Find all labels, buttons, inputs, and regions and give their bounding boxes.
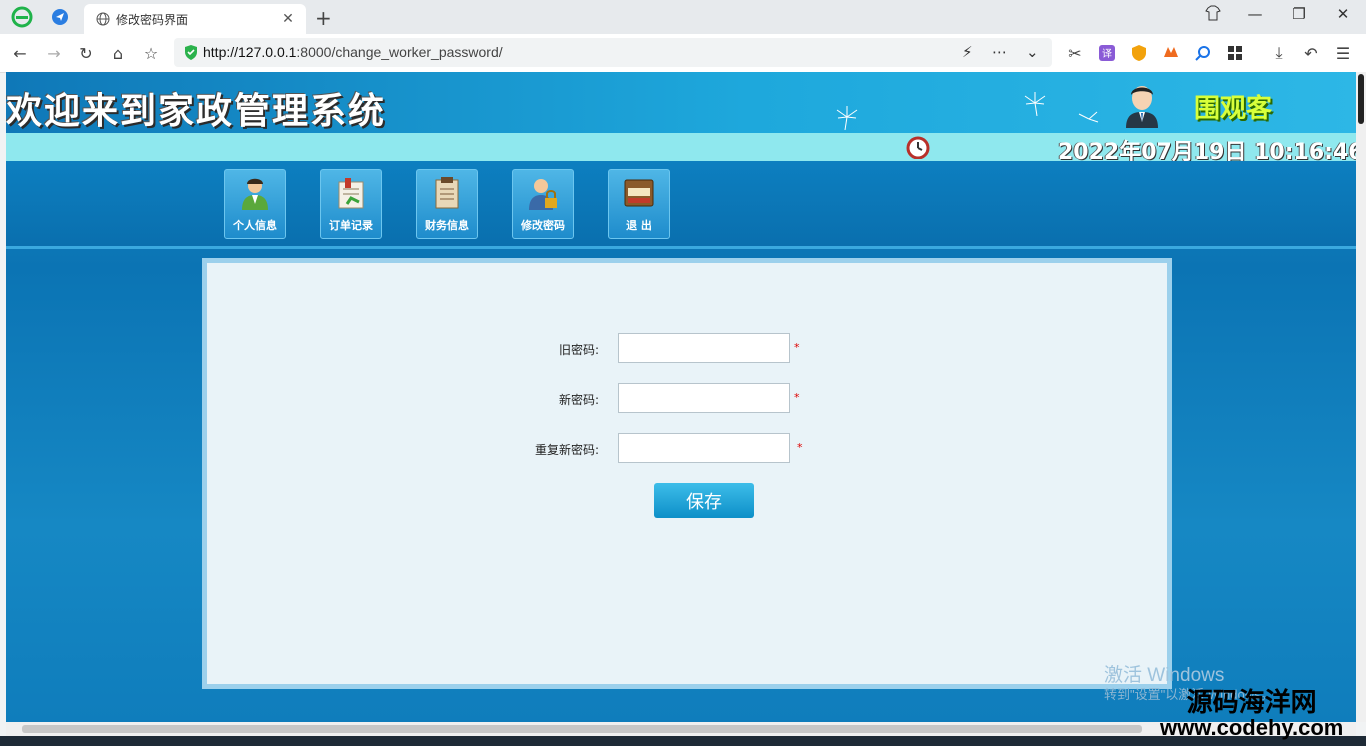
lock-user-icon <box>529 179 557 210</box>
tab-close-icon[interactable]: ✕ <box>278 11 298 27</box>
menu-personal-info-button[interactable]: 个人信息 <box>224 169 286 239</box>
avatar[interactable] <box>1122 82 1162 128</box>
new-tab-icon[interactable]: + <box>315 6 332 30</box>
reload-icon[interactable]: ↻ <box>74 41 98 65</box>
change-password-form: 旧密码: * 新密码: * 重复新密码: * 保存 <box>202 258 1172 689</box>
site-watermark: 源码海洋网 www.codehy.com <box>1160 690 1343 740</box>
scrollbar-thumb[interactable] <box>1358 74 1364 124</box>
browser-nav-bar: ← → ↻ ⌂ ☆ http://127.0.0.1:8000/change_w… <box>0 34 1366 73</box>
more-options-icon[interactable]: ⋯ <box>992 43 1007 61</box>
close-window-icon[interactable]: ✕ <box>1328 5 1358 23</box>
new-password-label: 新密码: <box>558 393 599 407</box>
globe-icon <box>96 12 110 26</box>
shirt-icon[interactable] <box>1198 5 1228 25</box>
shield-extension-icon[interactable] <box>1127 41 1151 65</box>
menu-order-records-button[interactable]: 订单记录 <box>320 169 382 239</box>
required-mark: * <box>794 341 800 354</box>
menu-label: 个人信息 <box>233 219 277 232</box>
lightning-icon[interactable]: ⚡ <box>962 43 973 61</box>
clock-icon <box>906 136 930 159</box>
user-name-label: 围观客 <box>1194 94 1273 124</box>
secure-shield-icon <box>185 45 197 60</box>
repeat-password-row: 重复新密码: * <box>207 433 1167 465</box>
url-text: http://127.0.0.1:8000/change_worker_pass… <box>203 44 503 60</box>
undo-icon[interactable]: ↶ <box>1299 41 1323 65</box>
main-menu: 个人信息 订单记录 财务信息 修改密码 退 出 <box>6 161 1356 249</box>
restore-icon[interactable]: ❐ <box>1284 5 1314 23</box>
browser-logo-icon[interactable] <box>10 5 34 29</box>
tab-change-password[interactable]: 修改密码界面 ✕ <box>84 4 306 34</box>
scrollbar-thumb[interactable] <box>22 725 1142 733</box>
old-password-row: 旧密码: * <box>207 333 1167 365</box>
user-icon <box>242 178 268 210</box>
old-password-input[interactable] <box>618 333 790 363</box>
minimize-icon[interactable]: — <box>1240 5 1270 23</box>
new-password-input[interactable] <box>618 383 790 413</box>
vertical-scrollbar[interactable] <box>1356 72 1366 722</box>
dandelion-decoration-icon <box>836 106 858 130</box>
old-password-label: 旧密码: <box>558 343 599 357</box>
favorites-icon[interactable]: ☆ <box>139 41 163 65</box>
app-header: 欢迎来到家政管理系统 围观客 <box>6 72 1356 133</box>
menu-label: 财务信息 <box>425 219 469 232</box>
translate-icon[interactable]: 译 <box>1095 41 1119 65</box>
dandelion-decoration-icon <box>1024 92 1046 116</box>
apps-grid-icon[interactable] <box>1223 41 1247 65</box>
menu-label: 修改密码 <box>521 219 565 232</box>
finance-icon <box>435 177 459 209</box>
date-bar: 2022年07月19日 10:16:46 星期二 <box>6 133 1356 165</box>
site-watermark-name: 源码海洋网 <box>1186 688 1317 718</box>
browser-tab-bar: 修改密码界面 ✕ + — ❐ ✕ <box>0 0 1366 34</box>
send-icon[interactable] <box>48 5 72 29</box>
site-watermark-url: www.codehy.com <box>1160 715 1344 740</box>
menu-change-password-button[interactable]: 修改密码 <box>512 169 574 239</box>
exit-icon <box>624 179 654 207</box>
repeat-password-input[interactable] <box>618 433 790 463</box>
download-icon[interactable]: ⤓ <box>1267 41 1291 65</box>
required-mark: * <box>797 441 803 454</box>
menu-exit-button[interactable]: 退 出 <box>608 169 670 239</box>
required-mark: * <box>794 391 800 404</box>
orders-icon <box>338 178 364 209</box>
search-icon[interactable] <box>1191 41 1215 65</box>
address-bar[interactable]: http://127.0.0.1:8000/change_worker_pass… <box>174 38 1052 67</box>
back-icon[interactable]: ← <box>8 41 32 65</box>
svg-text:译: 译 <box>1102 48 1112 60</box>
dandelion-decoration-icon <box>1078 111 1099 123</box>
dropdown-chevron-icon[interactable]: ⌄ <box>1026 43 1039 61</box>
menu-finance-info-button[interactable]: 财务信息 <box>416 169 478 239</box>
home-icon[interactable]: ⌂ <box>106 41 130 65</box>
windows-activation-title: 激活 Windows <box>1104 665 1225 686</box>
scissors-icon[interactable]: ✂ <box>1063 41 1087 65</box>
repeat-password-label: 重复新密码: <box>534 443 599 457</box>
app-page: 欢迎来到家政管理系统 围观客 2022年07月19日 10:16:46 星期二 … <box>6 72 1356 722</box>
menu-label: 订单记录 <box>329 219 373 232</box>
forward-icon[interactable]: → <box>42 41 66 65</box>
system-title: 欢迎来到家政管理系统 <box>6 90 387 132</box>
menu-icon[interactable]: ☰ <box>1331 41 1355 65</box>
tab-title: 修改密码界面 <box>116 12 189 27</box>
horizontal-scrollbar[interactable] <box>6 722 1356 736</box>
new-password-row: 新密码: * <box>207 383 1167 415</box>
save-button[interactable]: 保存 <box>654 483 754 518</box>
game-extension-icon[interactable] <box>1159 41 1183 65</box>
menu-label: 退 出 <box>626 219 652 232</box>
